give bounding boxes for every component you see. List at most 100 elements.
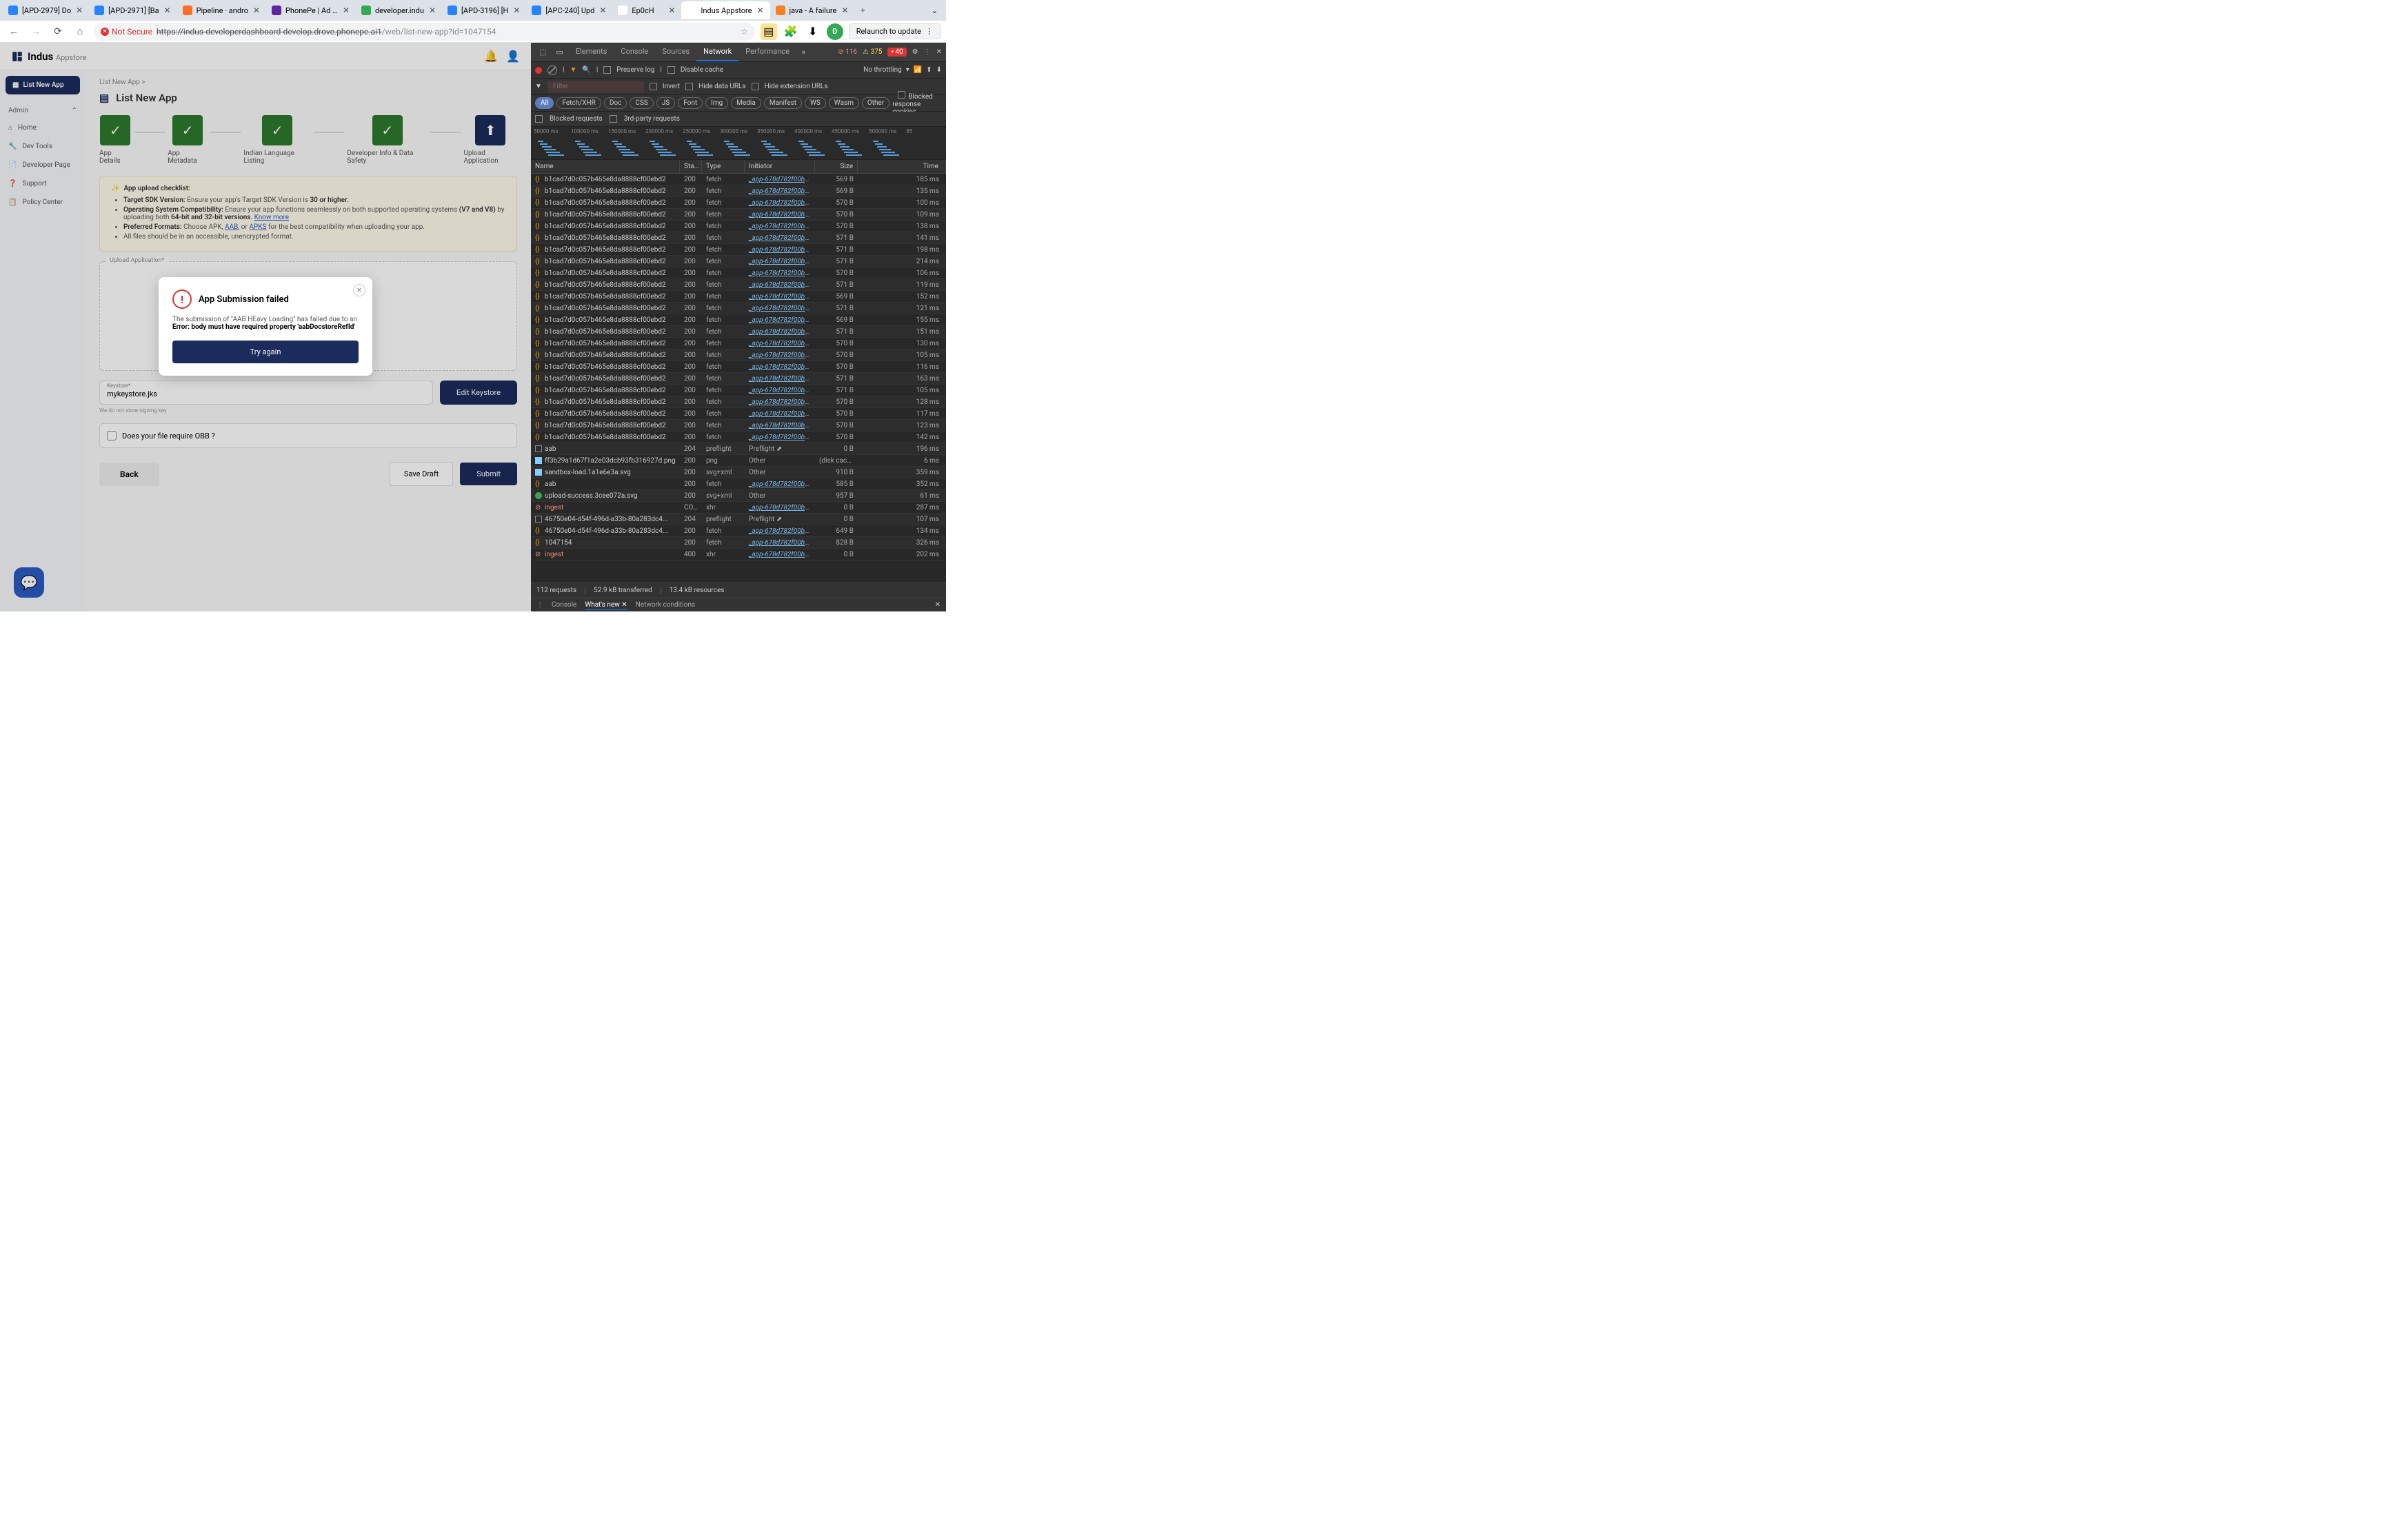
network-row[interactable]: {}b1cad7d0c057b465e8da8888cf00ebd2 200 f… — [531, 209, 946, 221]
type-filter[interactable]: Img — [705, 97, 728, 109]
disable-cache-checkbox[interactable] — [667, 66, 675, 74]
devtools-tab[interactable]: Network — [696, 43, 738, 61]
hide-data-checkbox[interactable] — [685, 83, 693, 90]
network-row[interactable]: {}b1cad7d0c057b465e8da8888cf00ebd2 200 f… — [531, 349, 946, 361]
network-row[interactable]: {}b1cad7d0c057b465e8da8888cf00ebd2 200 f… — [531, 174, 946, 185]
network-row[interactable]: {}b1cad7d0c057b465e8da8888cf00ebd2 200 f… — [531, 256, 946, 267]
network-row[interactable]: {}b1cad7d0c057b465e8da8888cf00ebd2 200 f… — [531, 396, 946, 408]
new-tab-button[interactable]: + — [854, 2, 871, 19]
browser-tab[interactable]: java - A failure✕ — [770, 1, 855, 19]
devtools-tab[interactable]: Sources — [655, 43, 696, 61]
clear-button[interactable] — [547, 65, 557, 75]
type-filter[interactable]: Media — [731, 97, 761, 109]
forward-icon[interactable]: → — [28, 23, 44, 40]
type-filter[interactable]: CSS — [630, 97, 653, 109]
type-filter[interactable]: All — [535, 97, 554, 109]
tab-close-icon[interactable]: ✕ — [252, 6, 261, 14]
col-type[interactable]: Type — [702, 160, 745, 173]
network-row[interactable]: {}b1cad7d0c057b465e8da8888cf00ebd2 200 f… — [531, 314, 946, 326]
try-again-button[interactable]: Try again — [172, 341, 359, 363]
type-filter[interactable]: Doc — [604, 97, 627, 109]
drawer-console[interactable]: Console — [552, 601, 576, 609]
relaunch-button[interactable]: Relaunch to update ⋮ — [849, 23, 941, 39]
extension-icon[interactable]: ▤ — [761, 23, 777, 40]
home-icon[interactable]: ⌂ — [72, 23, 88, 40]
more-tabs-icon[interactable]: » — [798, 48, 810, 57]
extensions-icon[interactable]: 🧩 — [783, 23, 799, 40]
bookmark-icon[interactable]: ☆ — [741, 27, 748, 37]
filter-funnel-icon[interactable]: ▼ — [535, 83, 542, 90]
modal-close-button[interactable]: ✕ — [353, 284, 365, 296]
devtools-tab[interactable]: Console — [614, 43, 655, 61]
device-icon[interactable]: ▭ — [552, 48, 567, 57]
network-row[interactable]: {}b1cad7d0c057b465e8da8888cf00ebd2 200 f… — [531, 432, 946, 443]
tab-close-icon[interactable]: ✕ — [163, 6, 172, 14]
type-filter[interactable]: Font — [678, 97, 703, 109]
tab-close-icon[interactable]: ✕ — [756, 6, 765, 14]
col-initiator[interactable]: Initiator — [745, 160, 815, 173]
network-row[interactable]: {}b1cad7d0c057b465e8da8888cf00ebd2 200 f… — [531, 185, 946, 197]
invert-checkbox[interactable] — [650, 83, 657, 90]
network-row[interactable]: {}b1cad7d0c057b465e8da8888cf00ebd2 200 f… — [531, 361, 946, 373]
network-row[interactable]: {}b1cad7d0c057b465e8da8888cf00ebd2 200 f… — [531, 408, 946, 420]
reload-icon[interactable]: ⟳ — [50, 23, 66, 40]
type-filter[interactable]: JS — [656, 97, 675, 109]
blocked-cookies-checkbox[interactable] — [898, 91, 905, 99]
network-row[interactable]: {}b1cad7d0c057b465e8da8888cf00ebd2 200 f… — [531, 303, 946, 314]
tab-close-icon[interactable]: ✕ — [75, 6, 83, 14]
network-row[interactable]: {}b1cad7d0c057b465e8da8888cf00ebd2 200 f… — [531, 338, 946, 349]
tab-close-icon[interactable]: ✕ — [342, 6, 350, 14]
browser-tab[interactable]: developer.indu✕ — [356, 1, 442, 19]
network-row[interactable]: 46750e04-d54f-496d-a33b-80a283dc4... 204… — [531, 514, 946, 525]
network-row[interactable]: ⊘ingest CO... xhr _app-678d782f00b29 0 B… — [531, 502, 946, 514]
filter-input[interactable] — [547, 81, 644, 92]
network-row[interactable]: {}b1cad7d0c057b465e8da8888cf00ebd2 200 f… — [531, 326, 946, 338]
gear-icon[interactable]: ⚙ — [912, 48, 918, 56]
browser-tab[interactable]: Ep0cH✕ — [612, 1, 681, 19]
browser-tab[interactable]: [APD-2979] Do✕ — [3, 1, 89, 19]
network-row[interactable]: ⊘ingest 400 xhr _app-678d782f00b29 0 B 2… — [531, 549, 946, 560]
network-row[interactable]: {}b1cad7d0c057b465e8da8888cf00ebd2 200 f… — [531, 221, 946, 232]
drawer-network-cond[interactable]: Network conditions — [636, 601, 695, 609]
issue-badge[interactable]: ▪ 40 — [887, 48, 906, 57]
search-icon[interactable]: 🔍 — [582, 66, 590, 74]
upload-icon[interactable]: ⬆ — [926, 66, 932, 74]
browser-tab[interactable]: [APC-240] Upd✕ — [526, 1, 612, 19]
tab-close-icon[interactable]: ✕ — [841, 6, 849, 14]
tab-close-icon[interactable]: ✕ — [428, 6, 436, 14]
timeline[interactable]: 50000 ms100000 ms150000 ms200000 ms25000… — [531, 127, 946, 160]
network-row[interactable]: sandbox-load.1a1e6e3a.svg 200 svg+xml Ot… — [531, 467, 946, 478]
devtools-tab[interactable]: Performance — [738, 43, 796, 61]
filter-icon[interactable]: ▼ — [570, 66, 576, 74]
third-party-checkbox[interactable] — [610, 115, 617, 123]
browser-tab[interactable]: [APD-3196] [H✕ — [442, 1, 526, 19]
network-row[interactable]: upload-success.3cee072a.svg 200 svg+xml … — [531, 490, 946, 502]
network-row[interactable]: {}b1cad7d0c057b465e8da8888cf00ebd2 200 f… — [531, 279, 946, 291]
blocked-req-checkbox[interactable] — [535, 115, 543, 123]
inspect-icon[interactable]: ⬚ — [535, 48, 550, 57]
browser-tab[interactable]: Pipeline · andro✕ — [177, 1, 266, 19]
type-filter[interactable]: Wasm — [829, 97, 859, 109]
type-filter[interactable]: WS — [805, 97, 826, 109]
network-row[interactable]: {}b1cad7d0c057b465e8da8888cf00ebd2 200 f… — [531, 373, 946, 385]
browser-tab[interactable]: Indus Appstore✕ — [681, 1, 770, 19]
drawer-whats-new[interactable]: What's new ✕ — [585, 601, 627, 609]
network-row[interactable]: {}b1cad7d0c057b465e8da8888cf00ebd2 200 f… — [531, 385, 946, 396]
kebab-icon[interactable]: ⋮ — [924, 48, 931, 56]
col-time[interactable]: Time — [858, 160, 946, 173]
col-status[interactable]: Sta... — [680, 160, 702, 173]
network-row[interactable]: {}b1cad7d0c057b465e8da8888cf00ebd2 200 f… — [531, 232, 946, 244]
col-size[interactable]: Size — [815, 160, 858, 173]
type-filter[interactable]: Other — [862, 97, 889, 109]
network-row[interactable]: {}b1cad7d0c057b465e8da8888cf00ebd2 200 f… — [531, 267, 946, 279]
network-row[interactable]: {}b1cad7d0c057b465e8da8888cf00ebd2 200 f… — [531, 420, 946, 432]
devtools-close-icon[interactable]: ✕ — [936, 48, 942, 56]
type-filter[interactable]: Manifest — [764, 97, 802, 109]
preserve-log-checkbox[interactable] — [603, 66, 611, 74]
hide-ext-checkbox[interactable] — [752, 83, 759, 90]
warn-badge[interactable]: ⚠ 375 — [863, 48, 882, 56]
network-row[interactable]: ff3b29a1d67f1a2e03dcb93fb316927d.png 200… — [531, 455, 946, 467]
tab-close-icon[interactable]: ✕ — [667, 6, 676, 14]
url-field[interactable]: ✕Not Secure https://indus-developerdashb… — [94, 23, 755, 41]
downloads-icon[interactable]: ⬇ — [805, 23, 821, 40]
